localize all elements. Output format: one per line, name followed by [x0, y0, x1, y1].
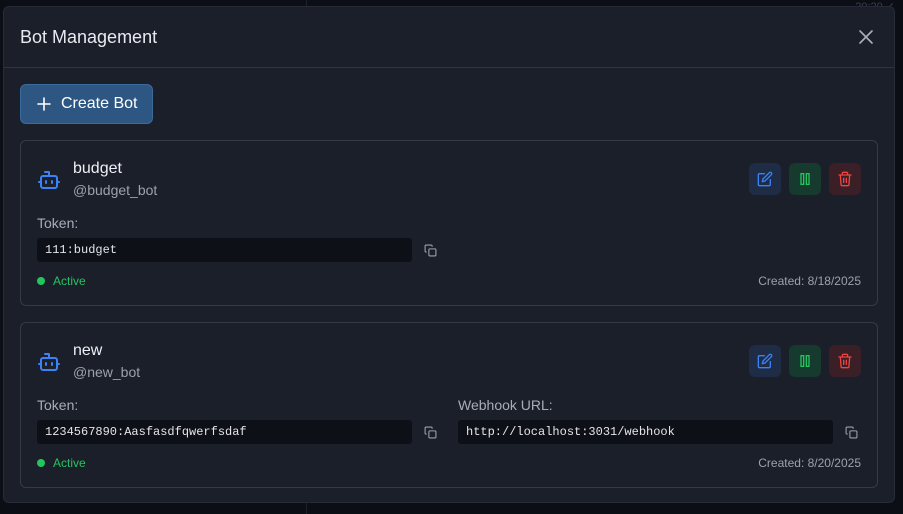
bot-actions — [749, 163, 861, 195]
bot-fields: Token: 111:budget — [37, 214, 861, 262]
token-field: Token: 1234567890:Aasfasdfqwerfsdaf — [37, 396, 438, 444]
bot-fields: Token: 1234567890:Aasfasdfqwerfsdaf Webh… — [37, 396, 861, 444]
status-text: Active — [53, 274, 86, 288]
create-bot-label: Create Bot — [61, 95, 138, 112]
bot-management-modal: Bot Management Create Bot budget @budget… — [3, 6, 895, 503]
status-text: Active — [53, 456, 86, 470]
bot-card-budget: budget @budget_bot Token: 111:budget Act… — [20, 140, 878, 306]
webhook-field: Webhook URL: http://localhost:3031/webho… — [458, 396, 859, 444]
token-row: 111:budget — [37, 238, 438, 262]
modal-body: Create Bot budget @budget_bot Token: 111… — [4, 68, 894, 488]
token-field: Token: 111:budget — [37, 214, 438, 262]
trash-icon — [838, 171, 852, 187]
bot-name: new — [73, 342, 103, 359]
modal-title: Bot Management — [20, 26, 158, 47]
pause-bot-button[interactable] — [789, 163, 821, 195]
bot-icon — [38, 353, 60, 371]
token-label: Token: — [37, 215, 79, 231]
copy-token-button[interactable] — [422, 242, 438, 258]
created-date: Created: 8/18/2025 — [758, 274, 861, 288]
delete-bot-button[interactable] — [829, 163, 861, 195]
token-value[interactable]: 111:budget — [37, 238, 413, 262]
bot-footer: Active Created: 8/20/2025 — [37, 456, 861, 470]
bot-icon — [38, 171, 60, 189]
copy-webhook-button[interactable] — [843, 424, 859, 440]
webhook-label: Webhook URL: — [458, 397, 553, 413]
bot-names: new @new_bot — [73, 339, 140, 382]
edit-bot-button[interactable] — [749, 163, 781, 195]
close-icon — [859, 30, 873, 44]
bot-username: @budget_bot — [73, 182, 158, 198]
pause-bot-button[interactable] — [789, 345, 821, 377]
token-value[interactable]: 1234567890:Aasfasdfqwerfsdaf — [37, 420, 413, 444]
bot-footer: Active Created: 8/18/2025 — [37, 274, 861, 288]
status-dot-icon — [37, 277, 45, 285]
edit-icon — [757, 353, 773, 369]
plus-icon — [37, 97, 51, 111]
pause-icon — [800, 355, 810, 367]
close-button[interactable] — [854, 25, 878, 49]
copy-token-button[interactable] — [422, 424, 438, 440]
edit-bot-button[interactable] — [749, 345, 781, 377]
status-dot-icon — [37, 459, 45, 467]
modal-header: Bot Management — [4, 7, 894, 68]
pause-icon — [800, 173, 810, 185]
status-badge: Active — [37, 274, 86, 288]
bot-card-new: new @new_bot Token: 1234567890:Aasfasdfq… — [20, 322, 878, 488]
copy-icon — [424, 426, 436, 438]
delete-bot-button[interactable] — [829, 345, 861, 377]
edit-icon — [757, 171, 773, 187]
trash-icon — [838, 353, 852, 369]
copy-icon — [845, 426, 857, 438]
bot-actions — [749, 345, 861, 377]
webhook-value[interactable]: http://localhost:3031/webhook — [458, 420, 834, 444]
status-badge: Active — [37, 456, 86, 470]
bot-header: new @new_bot — [37, 339, 861, 382]
bot-names: budget @budget_bot — [73, 157, 157, 200]
copy-icon — [424, 244, 436, 256]
token-label: Token: — [37, 397, 79, 413]
bot-name: budget — [73, 160, 122, 177]
created-date: Created: 8/20/2025 — [758, 456, 861, 470]
bot-username: @new_bot — [73, 364, 141, 380]
webhook-row: http://localhost:3031/webhook — [458, 420, 859, 444]
bot-header: budget @budget_bot — [37, 157, 861, 200]
token-row: 1234567890:Aasfasdfqwerfsdaf — [37, 420, 438, 444]
create-bot-button[interactable]: Create Bot — [20, 84, 154, 124]
